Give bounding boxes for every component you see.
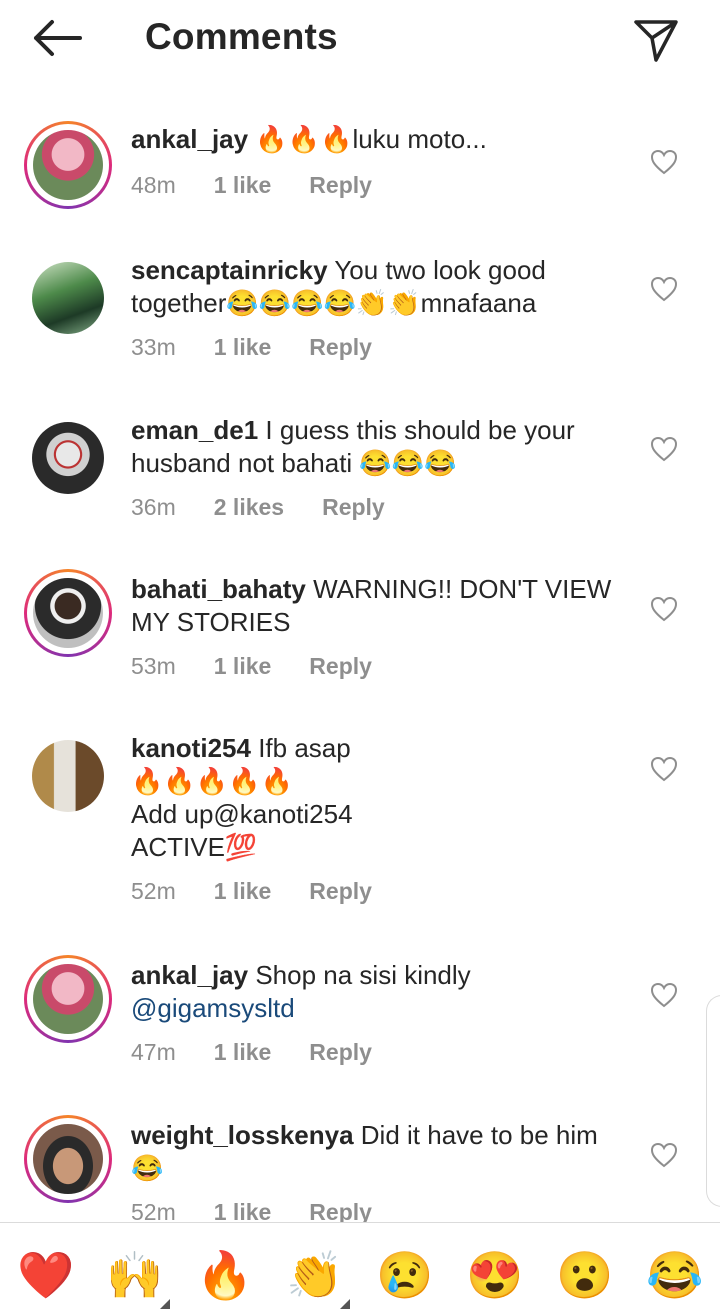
skin-tone-indicator xyxy=(340,1299,350,1309)
paper-plane-icon xyxy=(634,20,678,62)
likes-count[interactable]: 1 like xyxy=(214,334,272,360)
likes-count[interactable]: 2 likes xyxy=(214,494,284,520)
comment-time: 47m xyxy=(131,1039,176,1065)
like-button[interactable] xyxy=(650,596,678,622)
likes-count[interactable]: 1 like xyxy=(214,1199,272,1222)
comment-text: You two look good xyxy=(334,255,546,285)
heart-icon xyxy=(650,436,678,462)
comment-text: MY STORIES xyxy=(131,607,291,637)
comment-text: I guess this should be your xyxy=(265,415,575,445)
comment-text: together😂😂😂😂👏👏mnafaana xyxy=(131,288,537,318)
comment-time: 48m xyxy=(131,172,176,198)
back-button[interactable] xyxy=(28,16,84,60)
arrow-left-icon xyxy=(34,20,82,56)
like-button[interactable] xyxy=(650,982,678,1008)
comment-text: Ifb asap xyxy=(258,733,351,763)
comment-text: husband not bahati 😂😂😂 xyxy=(131,448,457,478)
reply-button[interactable]: Reply xyxy=(322,494,385,520)
like-button[interactable] xyxy=(650,436,678,462)
reply-button[interactable]: Reply xyxy=(309,334,372,360)
comment-username[interactable]: ankal_jay xyxy=(131,124,248,154)
comment-text: 😂 xyxy=(131,1153,164,1183)
skin-tone-indicator xyxy=(160,1299,170,1309)
comment-time: 36m xyxy=(131,494,176,520)
reply-button[interactable]: Reply xyxy=(309,653,372,679)
like-button[interactable] xyxy=(650,149,678,175)
comment-username[interactable]: eman_de1 xyxy=(131,415,258,445)
avatar[interactable] xyxy=(24,569,112,657)
comment-time: 33m xyxy=(131,334,176,360)
comment-username[interactable]: weight_losskenya xyxy=(131,1120,354,1150)
crying-face-emoji-button[interactable]: 😢 xyxy=(375,1245,435,1305)
comment-text: ACTIVE💯 xyxy=(131,832,258,862)
heart-icon xyxy=(650,982,678,1008)
comment-text: Add up@kanoti254 xyxy=(131,799,353,829)
comment-text: Did it have to be him xyxy=(360,1120,598,1150)
heart-icon xyxy=(650,149,678,175)
like-button[interactable] xyxy=(650,1142,678,1168)
likes-count[interactable]: 1 like xyxy=(214,653,272,679)
comment-mention-link[interactable]: @gigamsysltd xyxy=(131,992,631,1025)
avatar[interactable] xyxy=(24,955,112,1043)
fire-emoji-button[interactable]: 🔥 xyxy=(195,1245,255,1305)
comment-text: 🔥🔥🔥🔥🔥 xyxy=(131,766,293,796)
share-button[interactable] xyxy=(630,14,682,66)
heart-icon xyxy=(650,756,678,782)
reply-button[interactable]: Reply xyxy=(309,172,372,198)
heart-icon xyxy=(650,1142,678,1168)
clapping-hands-emoji-button[interactable]: 👏 xyxy=(285,1245,345,1305)
comment-text: Shop na sisi kindly xyxy=(255,960,471,990)
likes-count[interactable]: 1 like xyxy=(214,172,272,198)
reply-button[interactable]: Reply xyxy=(309,1199,372,1222)
top-bar: Comments xyxy=(0,0,720,80)
heart-eyes-emoji-button[interactable]: 😍 xyxy=(465,1245,525,1305)
avatar[interactable] xyxy=(24,254,112,342)
comment-time: 52m xyxy=(131,1199,176,1222)
laughing-tears-emoji-button[interactable]: 😂 xyxy=(645,1245,705,1305)
avatar[interactable] xyxy=(24,732,112,820)
avatar[interactable] xyxy=(24,414,112,502)
comment-time: 53m xyxy=(131,653,176,679)
surprised-face-emoji-button[interactable]: 😮 xyxy=(555,1245,615,1305)
reply-button[interactable]: Reply xyxy=(309,878,372,904)
likes-count[interactable]: 1 like xyxy=(214,878,272,904)
comment-list: ankal_jay 🔥🔥🔥luku moto... 48m 1 like Reply… xyxy=(0,100,720,1222)
like-button[interactable] xyxy=(650,276,678,302)
quick-emoji-bar: ❤️ 🙌 🔥 👏 😢 😍 😮 😂 xyxy=(0,1223,720,1315)
avatar[interactable] xyxy=(24,121,112,209)
comment-text: 🔥🔥🔥luku moto... xyxy=(255,124,487,154)
comment-username[interactable]: bahati_bahaty xyxy=(131,574,306,604)
comment-text: WARNING!! DON'T VIEW xyxy=(313,574,612,604)
comment-time: 52m xyxy=(131,878,176,904)
raised-hands-emoji-button[interactable]: 🙌 xyxy=(105,1245,165,1305)
heart-emoji-button[interactable]: ❤️ xyxy=(16,1245,76,1305)
page-title: Comments xyxy=(145,16,338,57)
heart-icon xyxy=(650,596,678,622)
comment-username[interactable]: sencaptainricky xyxy=(131,255,328,285)
avatar[interactable] xyxy=(24,1115,112,1203)
comment-username[interactable]: kanoti254 xyxy=(131,733,251,763)
comment-username[interactable]: ankal_jay xyxy=(131,960,248,990)
like-button[interactable] xyxy=(650,756,678,782)
side-panel-edge[interactable] xyxy=(706,995,720,1207)
heart-icon xyxy=(650,276,678,302)
likes-count[interactable]: 1 like xyxy=(214,1039,272,1065)
reply-button[interactable]: Reply xyxy=(309,1039,372,1065)
